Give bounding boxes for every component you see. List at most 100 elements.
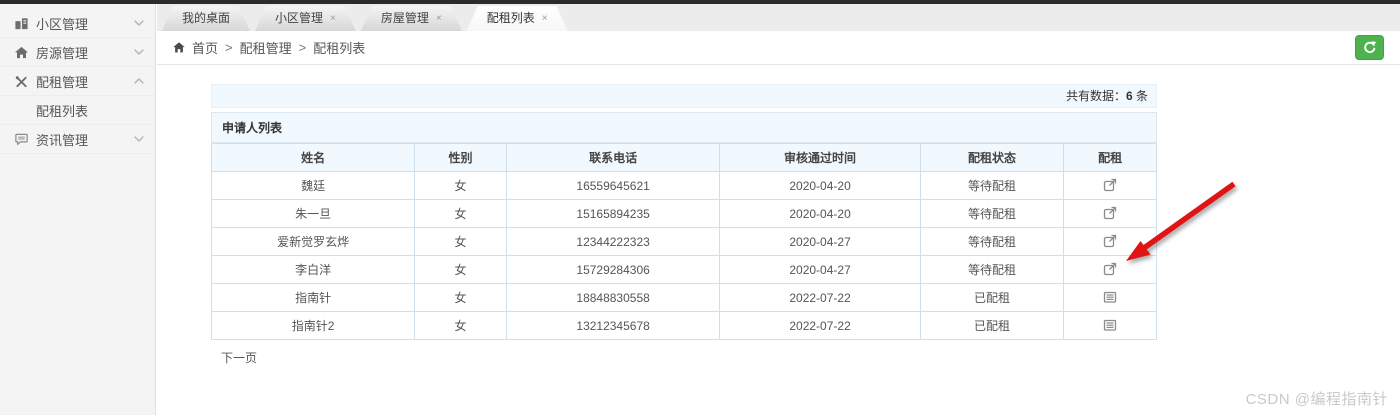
cell-date: 2022-07-22 [719,311,921,340]
cell-name: 朱一旦 [210,199,416,228]
tab-label: 小区管理 [275,11,324,25]
cell-date: 2022-07-22 [719,283,921,312]
breadcrumb-separator: > [225,40,233,55]
tab-close-icon[interactable]: × [330,14,336,24]
refresh-icon [1364,41,1377,53]
sidebar-item-label: 资讯管理 [36,132,89,148]
record-count-suffix: 条 [1132,89,1148,103]
cell-date: 2020-04-20 [719,199,921,228]
cell-phone: 12344222323 [505,227,721,256]
tab-house-mgmt[interactable]: 房屋管理 × [361,6,462,31]
table-row: 爱新觉罗玄烨 女 12344222323 2020-04-27 等待配租 [210,227,1157,256]
breadcrumb-home[interactable]: 首页 [192,38,218,57]
cell-phone: 18848830558 [505,283,721,312]
cell-name: 爱新觉罗玄烨 [210,227,416,256]
applicant-table: 姓名 性别 联系电话 审核通过时间 配租状态 配租 魏廷 女 165596456… [210,143,1157,340]
record-count-prefix: 共有数据： [1065,89,1126,103]
sidebar-item-news[interactable]: 资讯管理 [0,125,155,154]
refresh-button[interactable] [1355,35,1384,60]
table-row: 朱一旦 女 15165894235 2020-04-20 等待配租 [210,199,1157,228]
next-page-link[interactable]: 下一页 [221,349,257,366]
cell-gender: 女 [414,199,507,228]
cell-name: 魏廷 [210,171,416,200]
sidebar-item-rent-mgmt[interactable]: 配租管理 [0,67,155,96]
record-count-value: 6 [1125,89,1133,103]
chevron-down-icon [134,49,144,55]
cell-name: 指南针2 [210,311,416,340]
col-header-status: 配租状态 [919,143,1065,172]
content-area: 共有数据：6 条 申请人列表 姓名 性别 联系电话 审核通过时间 配租状态 配租 [157,65,1400,367]
table-header-row: 姓名 性别 联系电话 审核通过时间 配租状态 配租 [210,143,1157,172]
cell-gender: 女 [414,311,507,340]
table-row: 指南针 女 18848830558 2022-07-22 已配租 [210,283,1157,312]
tab-label: 房屋管理 [380,11,429,25]
sidebar-item-label: 配租列表 [36,103,89,119]
cell-status: 已配租 [919,311,1065,340]
assign-rent-icon[interactable] [1102,177,1118,193]
wrench-icon [15,75,27,87]
sidebar-item-rent-list[interactable]: 配租列表 [0,96,155,125]
tab-label: 我的桌面 [182,11,231,25]
cell-name: 指南针 [210,283,416,312]
cell-status: 等待配租 [919,171,1065,200]
chevron-down-icon [134,136,144,142]
tab-close-icon[interactable]: × [436,14,442,24]
cell-date: 2020-04-27 [719,227,921,256]
chevron-down-icon [134,20,144,26]
sidebar: 小区管理 房源管理 配租管理 配租列表 资讯管理 [0,4,156,415]
cell-phone: 13212345678 [505,311,721,340]
cell-gender: 女 [414,227,507,256]
breadcrumb-separator: > [298,40,307,55]
cell-status: 等待配租 [919,199,1065,228]
sidebar-item-label: 小区管理 [36,16,89,32]
cell-name: 李白洋 [210,255,416,284]
breadcrumb-rent-mgmt[interactable]: 配租管理 [240,38,292,57]
watermark: CSDN @编程指南针 [1245,391,1388,408]
cell-date: 2020-04-20 [719,171,921,200]
sidebar-item-housing[interactable]: 房源管理 [0,38,155,67]
rent-detail-icon[interactable] [1102,289,1118,305]
cell-status: 等待配租 [919,227,1065,256]
col-header-gender: 性别 [414,143,507,172]
cell-date: 2020-04-27 [719,255,921,284]
table-row: 李白洋 女 15729284306 2020-04-27 等待配租 [210,255,1157,284]
breadcrumb-rent-list[interactable]: 配租列表 [313,38,365,57]
cell-gender: 女 [414,171,507,200]
cell-phone: 16559645621 [505,171,721,200]
sidebar-item-label: 配租管理 [36,74,89,90]
rent-detail-icon[interactable] [1102,317,1118,333]
main-area: 我的桌面 小区管理 × 房屋管理 × 配租列表 × 首页 > 配租管理 > 配租… [157,4,1400,415]
tab-rent-list[interactable]: 配租列表 × [467,6,568,31]
assign-rent-icon[interactable] [1102,261,1118,277]
cell-status: 等待配租 [919,255,1065,284]
record-count-bar: 共有数据：6 条 [211,84,1157,108]
col-header-name: 姓名 [210,143,416,172]
col-header-action: 配租 [1063,143,1157,172]
tab-bar: 我的桌面 小区管理 × 房屋管理 × 配租列表 × [157,4,1400,31]
assign-rent-icon[interactable] [1102,205,1118,221]
table-row: 指南针2 女 13212345678 2022-07-22 已配租 [210,311,1157,340]
cell-gender: 女 [414,255,507,284]
cell-status: 已配租 [919,283,1065,312]
tab-community-mgmt[interactable]: 小区管理 × [255,6,356,31]
home-icon [173,42,185,53]
cell-gender: 女 [414,283,507,312]
breadcrumb: 首页 > 配租管理 > 配租列表 [157,31,1400,65]
app-root: { "sidebar": { "items": [ { "label": "小区… [0,0,1400,415]
panel-title: 申请人列表 [211,112,1157,143]
comment-icon [15,133,28,145]
tab-close-icon[interactable]: × [542,14,548,24]
sidebar-item-label: 房源管理 [36,45,89,61]
applicant-panel: 共有数据：6 条 申请人列表 姓名 性别 联系电话 审核通过时间 配租状态 配租 [210,84,1157,367]
col-header-approve-date: 审核通过时间 [719,143,921,172]
home-icon [14,46,29,58]
cell-phone: 15729284306 [505,255,721,284]
table-row: 魏廷 女 16559645621 2020-04-20 等待配租 [210,171,1157,200]
tab-my-desktop[interactable]: 我的桌面 [162,6,250,31]
chevron-up-icon [134,78,144,84]
assign-rent-icon[interactable] [1102,233,1118,249]
sidebar-item-community[interactable]: 小区管理 [0,9,155,38]
tab-label: 配租列表 [486,11,535,25]
col-header-phone: 联系电话 [505,143,721,172]
building-icon [15,17,28,29]
